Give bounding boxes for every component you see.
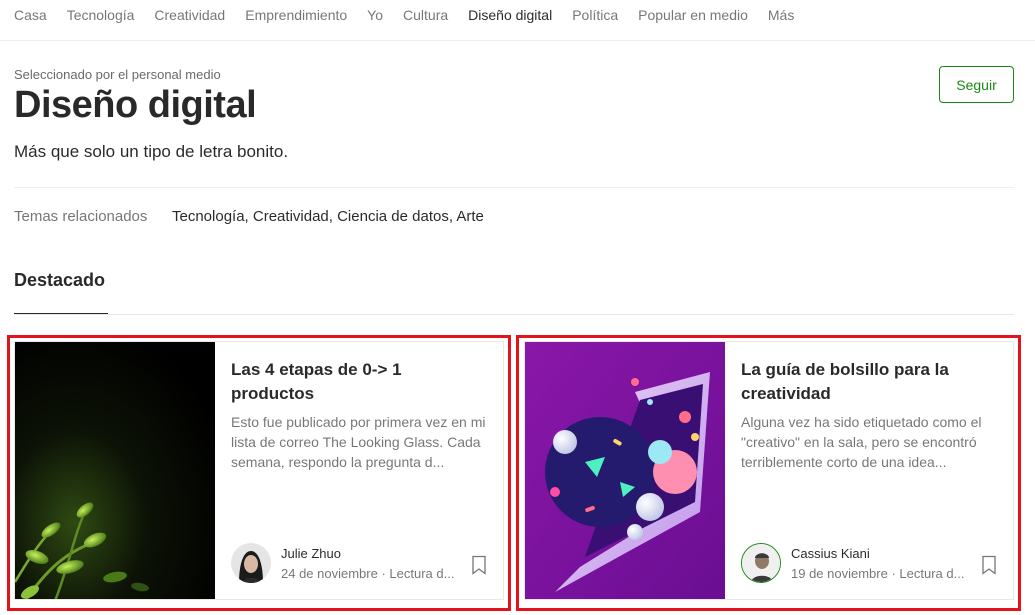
- card-title[interactable]: La guía de bolsillo para la creatividad: [741, 358, 998, 406]
- card-excerpt[interactable]: Alguna vez ha sido etiquetado como el "c…: [741, 412, 998, 472]
- nav-item-popular[interactable]: Popular en medio: [638, 7, 748, 23]
- nav-item-tecnologia[interactable]: Tecnología: [67, 7, 135, 23]
- nav-item-yo[interactable]: Yo: [367, 7, 383, 23]
- card-author: Julie Zhuo 24 de noviembre · Lectura d..…: [231, 543, 454, 583]
- post-meta: 24 de noviembre · Lectura d...: [281, 565, 455, 581]
- avatar[interactable]: [741, 543, 781, 583]
- page-title: Diseño digital: [14, 84, 257, 126]
- featured-tab-underline: [14, 313, 108, 314]
- nav-item-cultura[interactable]: Cultura: [403, 7, 448, 23]
- divider: [14, 314, 1014, 315]
- card-author: Cassius Kiani 19 de noviembre · Lectura …: [741, 543, 964, 583]
- author-name[interactable]: Julie Zhuo: [281, 546, 454, 561]
- nav-item-casa[interactable]: Casa: [14, 7, 47, 23]
- follow-button[interactable]: Seguir: [939, 66, 1014, 103]
- divider: [14, 187, 1014, 188]
- curated-by-label: Seleccionado por el personal medio: [14, 67, 221, 82]
- nav-item-mas[interactable]: Más: [768, 7, 794, 23]
- post-meta: 19 de noviembre · Lectura d...: [791, 565, 965, 581]
- bookmark-icon[interactable]: [981, 555, 997, 575]
- card-title[interactable]: Las 4 etapas de 0-> 1 productos: [231, 358, 488, 406]
- avatar[interactable]: [231, 543, 271, 583]
- related-topics-links[interactable]: Tecnología, Creatividad, Ciencia de dato…: [172, 208, 484, 225]
- bookmark-icon[interactable]: [471, 555, 487, 575]
- nav-item-diseno-digital[interactable]: Diseño digital: [468, 7, 552, 23]
- related-topics-label: Temas relacionados: [14, 208, 148, 225]
- page-subtitle: Más que solo un tipo de letra bonito.: [14, 142, 289, 161]
- featured-card[interactable]: La guía de bolsillo para la creatividad …: [524, 341, 1014, 600]
- featured-section-title: Destacado: [14, 270, 106, 290]
- card-thumbnail[interactable]: [525, 342, 725, 599]
- nav-item-emprendimiento[interactable]: Emprendimiento: [245, 7, 347, 23]
- topic-nav: Casa Tecnología Creatividad Emprendimien…: [0, 0, 1035, 41]
- card-excerpt[interactable]: Esto fue publicado por primera vez en mi…: [231, 412, 488, 472]
- card-thumbnail[interactable]: [15, 342, 215, 599]
- featured-card[interactable]: Las 4 etapas de 0-> 1 productos Esto fue…: [14, 341, 504, 600]
- nav-item-politica[interactable]: Política: [572, 7, 618, 23]
- nav-item-creatividad[interactable]: Creatividad: [154, 7, 225, 23]
- author-name[interactable]: Cassius Kiani: [791, 546, 964, 561]
